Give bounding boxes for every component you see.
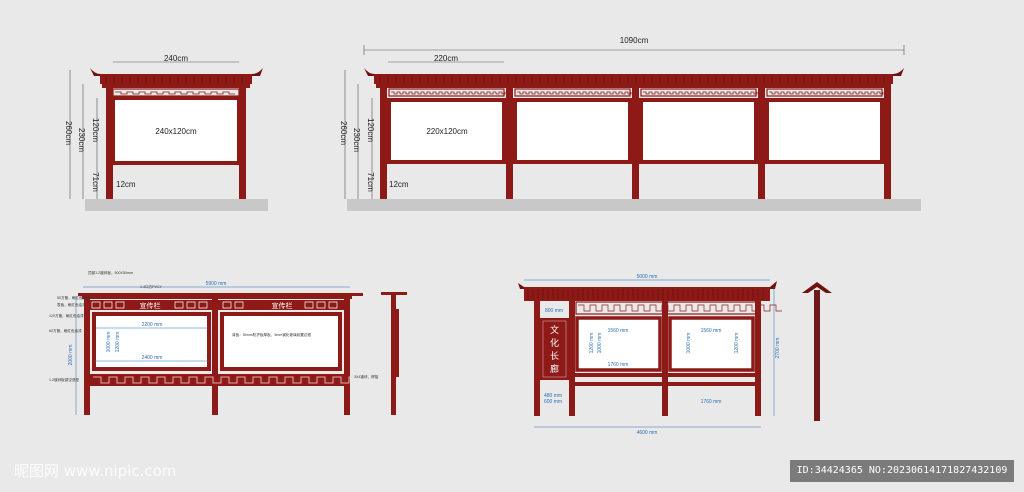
note-4: 120方管，刷红色油漆: [49, 313, 84, 318]
board-h-d: 1200 mm: [734, 333, 740, 354]
long-elevation: 220x120cm 12cm 1090cm 220cm 260cm 230cm …: [339, 36, 921, 211]
post: [506, 88, 513, 199]
board-height-label: 120cm: [366, 118, 375, 142]
leg-height-label: 71cm: [366, 172, 375, 192]
height-label: 2000 mm: [68, 345, 74, 366]
note-2: 50方管，刷红色油漆: [57, 295, 90, 300]
watermark-id: ID:34424365 NO:20230614171827432109: [790, 460, 1014, 482]
note-5: 60方管，刷红色油漆: [49, 328, 82, 333]
board-height-a: 1000 mm: [106, 332, 112, 353]
lattice-band: [112, 88, 240, 97]
board-height-b: 1200 mm: [115, 332, 121, 353]
board-h-c: 1000 mm: [686, 333, 692, 354]
height-frame-label: 230cm: [77, 128, 86, 152]
leg-height-label: 71cm: [91, 172, 100, 192]
board: [639, 98, 758, 164]
total-top-label: 5000 mm: [637, 274, 658, 280]
side-view-post: [391, 295, 396, 415]
board-size-label: 220x120cm: [426, 127, 468, 136]
drawing-a: 宣传栏 宣传栏 5900 mm 2200 mm 2400 mm 2000 mm …: [49, 270, 407, 415]
total-width-label: 5900 mm: [206, 281, 227, 287]
height-frame-label: 230cm: [352, 128, 361, 152]
post-label: 12cm: [116, 180, 136, 189]
height-total-label: 260cm: [64, 121, 73, 145]
height-total-label: 2700 mm: [775, 338, 781, 359]
bay-b-label: 1560 mm: [701, 328, 722, 334]
width-label: 240cm: [164, 54, 188, 63]
height-total-label: 260cm: [339, 121, 348, 145]
total-bottom-label: 4600 mm: [637, 430, 658, 436]
base-a-label: 1760 mm: [608, 362, 629, 368]
board-size-label: 240x120cm: [155, 127, 197, 136]
side-top-label: 800 mm: [545, 308, 563, 314]
post: [884, 88, 891, 199]
total-width-label: 1090cm: [620, 36, 649, 45]
drawing-b: 5000 mm 文化长廊 1560 mm 1560 mm 1760 mm 176…: [518, 274, 832, 436]
post: [380, 88, 387, 199]
side-view-cap: [381, 292, 407, 295]
base-b-label: 1760 mm: [701, 399, 722, 405]
board-right: [220, 312, 342, 371]
board-height-label: 120cm: [91, 118, 100, 142]
ground-slab: [347, 199, 921, 211]
note-3: 表板，刷红色油漆: [57, 302, 86, 307]
drawing-canvas: 240x120cm 12cm 240cm 260cm 230cm 120cm 7…: [14, 36, 921, 480]
note-right: 3X4镀锌，焊接: [354, 374, 379, 379]
post-label: 12cm: [389, 180, 409, 189]
sign-title-right: 宣传栏: [272, 301, 293, 310]
small-elevation: 240x120cm 12cm 240cm 260cm 230cm 120cm 7…: [64, 54, 268, 211]
inner-width-label: 2200 mm: [142, 322, 163, 328]
board: [765, 98, 884, 164]
note-center: 背板：50mm防护板厚板，5mm钢化玻璃前置边框: [232, 332, 311, 337]
board-h-b: 1000 mm: [597, 333, 603, 354]
roof-beam: [100, 74, 252, 84]
sign-title-left: 宣传栏: [140, 301, 161, 310]
bay-a-label: 1560 mm: [608, 328, 629, 334]
post: [758, 88, 765, 199]
board: [513, 98, 632, 164]
watermark-left: 昵图网 www.nipic.com: [14, 462, 176, 480]
note-6: 1.2镀锌板镂空造型: [49, 377, 80, 382]
note-1: 1.4口方PVCY: [140, 284, 163, 289]
side-view-post: [814, 290, 820, 421]
bay-width-label: 220cm: [434, 54, 458, 63]
post: [632, 88, 639, 199]
board-right: [668, 316, 755, 372]
side-w-b-label: 600 mm: [544, 399, 562, 405]
outer-width-label: 2400 mm: [142, 355, 163, 361]
ground-slab: [85, 199, 268, 211]
note-0: 顶部1.2镀锌板，500X50mm: [88, 270, 133, 275]
board-h-a: 1200 mm: [589, 333, 595, 354]
